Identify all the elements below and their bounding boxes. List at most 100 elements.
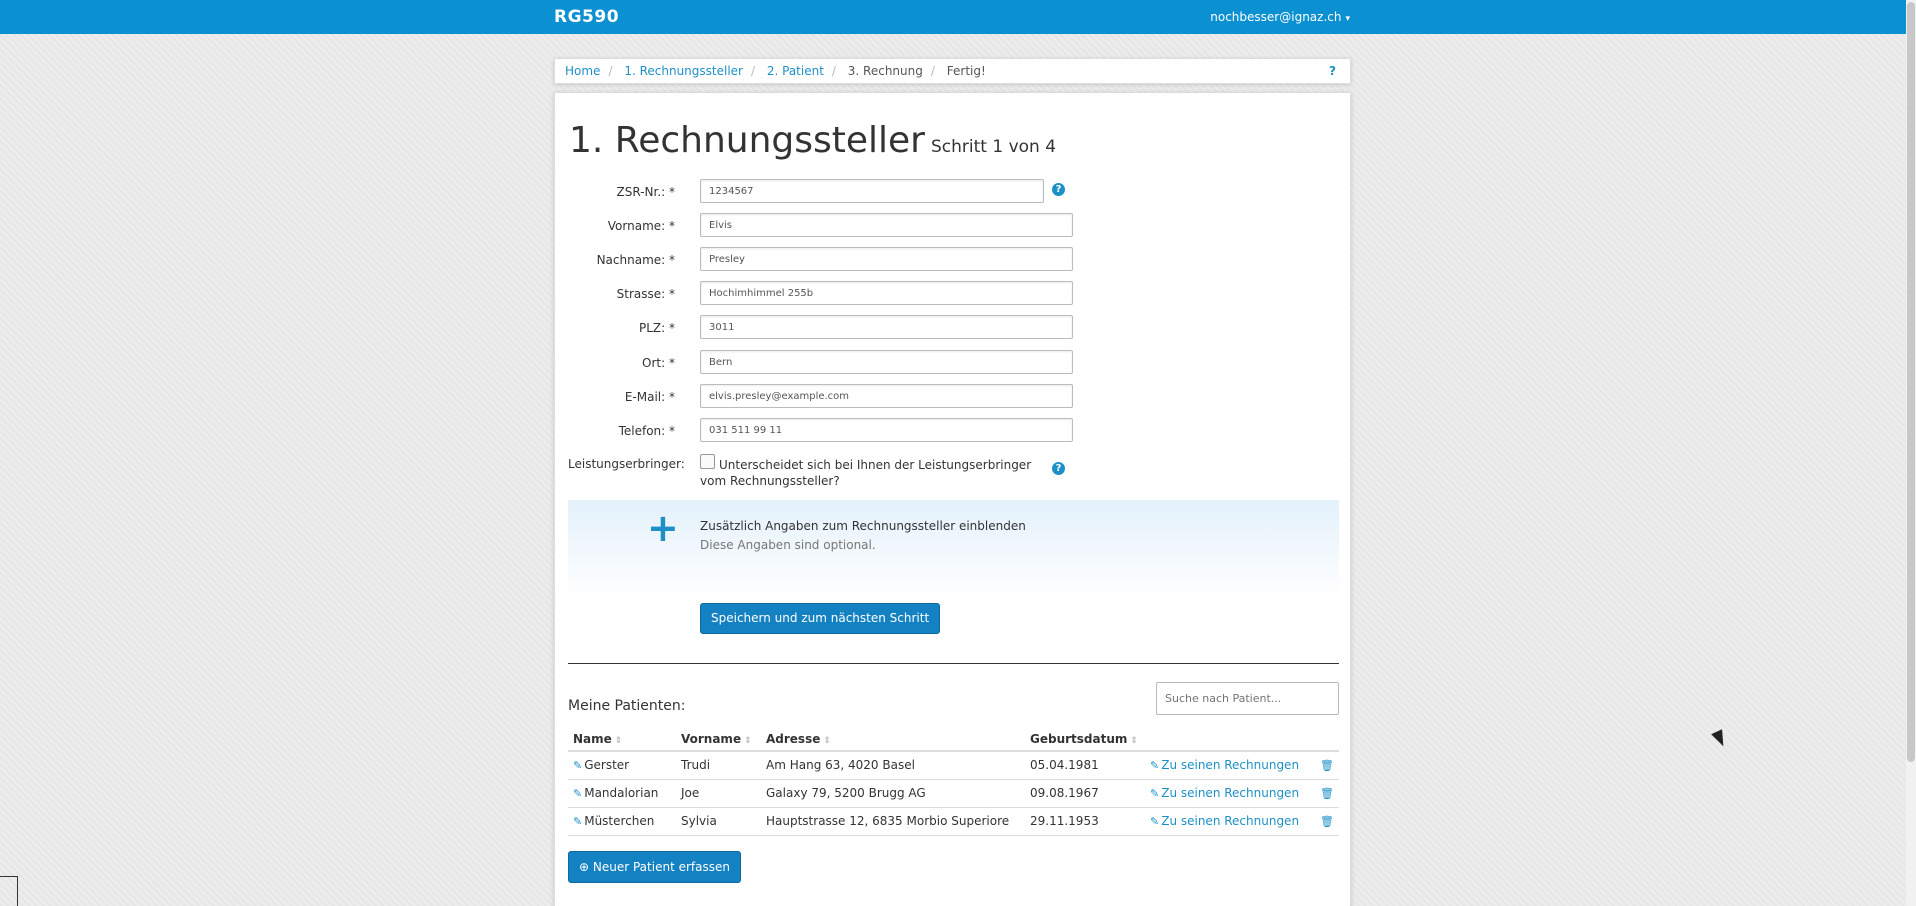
expander-title[interactable]: Zusätzlich Angaben zum Rechnungssteller … — [700, 519, 1026, 533]
mouse-cursor-icon — [1711, 729, 1729, 749]
pencil-icon[interactable]: ✎ — [573, 815, 582, 828]
sort-icon[interactable]: ⇕ — [1130, 736, 1138, 746]
breadcrumb-step-2[interactable]: 2. Patient — [767, 64, 824, 78]
leistungserbringer-checkbox-text[interactable]: Unterscheidet sich bei Ihnen der Leistun… — [700, 457, 1060, 489]
pencil-icon[interactable]: ✎ — [1150, 815, 1159, 828]
vorname-label: Vorname: * — [607, 219, 675, 233]
nachname-label: Nachname: * — [596, 253, 675, 267]
page-title: 1. Rechnungssteller Schritt 1 von 4 — [569, 120, 1056, 161]
leistungserbringer-label: Leistungserbringer: — [568, 457, 685, 471]
column-header-vorname[interactable]: Vorname ⇕ — [676, 727, 761, 752]
trash-icon[interactable]: 🗑 — [1320, 787, 1334, 800]
breadcrumb-done: Fertig! — [946, 64, 986, 78]
page-scrollbar[interactable] — [1906, 0, 1916, 906]
delete-cell[interactable]: 🗑 — [1304, 807, 1339, 836]
breadcrumb-home[interactable]: Home — [565, 64, 600, 78]
patients-table: Name ⇕ Vorname ⇕ Adresse ⇕ Geburtsdatum ⇕ ✎ G… — [568, 727, 1339, 836]
strasse-input[interactable] — [700, 281, 1073, 305]
table-row: ✎ Mandalorian Joe Galaxy 79, 5200 Brugg A… — [568, 779, 1339, 808]
save-next-button[interactable]: Speichern und zum nächsten Schritt — [700, 603, 941, 634]
pencil-icon[interactable]: ✎ — [573, 759, 582, 772]
column-header-geburtsdatum[interactable]: Geburtsdatum ⇕ — [1025, 727, 1145, 752]
pencil-icon[interactable]: ✎ — [1150, 787, 1159, 800]
table-row: ✎ Müsterchen Sylvia Hauptstrasse 12, 6835… — [568, 807, 1339, 836]
column-header-adresse[interactable]: Adresse ⇕ — [761, 727, 1025, 752]
plz-input[interactable] — [700, 315, 1073, 339]
column-header-label: Name — [573, 731, 612, 746]
plz-label: PLZ: * — [639, 321, 675, 335]
email-input[interactable] — [700, 384, 1073, 408]
patient-adresse: Am Hang 63, 4020 Basel — [761, 751, 1025, 780]
patient-vorname: Sylvia — [676, 807, 761, 836]
sort-icon[interactable]: ⇕ — [744, 736, 752, 746]
scrollbar-thumb[interactable] — [1907, 2, 1915, 762]
breadcrumb: Home / 1. Rechnungssteller / 2. Patient / 3… — [554, 58, 1351, 84]
main-card: 1. Rechnungssteller Schritt 1 von 4 ZSR-N… — [554, 92, 1351, 906]
expander-note: Diese Angaben sind optional. — [700, 538, 876, 552]
patient-geburtsdatum: 29.11.1953 — [1025, 807, 1145, 836]
delete-cell[interactable]: 🗑 — [1304, 751, 1339, 780]
brand-logo[interactable]: RG590 — [554, 7, 619, 27]
column-header-actions — [1145, 727, 1305, 752]
column-header-delete — [1304, 727, 1339, 752]
table-row: ✎ Gerster Trudi Am Hang 63, 4020 Basel 05… — [568, 751, 1339, 780]
breadcrumb-separator: / — [831, 64, 836, 78]
column-header-label: Geburtsdatum — [1030, 731, 1128, 746]
table-header-row: Name ⇕ Vorname ⇕ Adresse ⇕ Geburtsdatum ⇕ — [568, 727, 1339, 752]
patient-search-input[interactable] — [1156, 682, 1339, 715]
pencil-icon[interactable]: ✎ — [573, 787, 582, 800]
ort-input[interactable] — [700, 350, 1073, 374]
zsr-input[interactable] — [700, 179, 1044, 203]
patient-geburtsdatum: 09.08.1967 — [1025, 779, 1145, 808]
patient-geburtsdatum: 05.04.1981 — [1025, 751, 1145, 780]
strasse-label: Strasse: * — [616, 287, 675, 301]
patient-name-cell[interactable]: ✎ Gerster — [568, 751, 676, 780]
page-title-text: 1. Rechnungssteller — [569, 120, 925, 161]
patient-name[interactable]: Mandalorian — [584, 786, 658, 800]
invoices-link[interactable]: Zu seinen Rechnungen — [1161, 786, 1299, 800]
zsr-help-icon[interactable]: ? — [1052, 183, 1065, 196]
breadcrumb-step-1[interactable]: 1. Rechnungssteller — [624, 64, 743, 78]
delete-cell[interactable]: 🗑 — [1304, 779, 1339, 808]
column-header-name[interactable]: Name ⇕ — [568, 727, 676, 752]
invoices-link-cell[interactable]: ✎ Zu seinen Rechnungen — [1145, 779, 1305, 808]
invoices-link-cell[interactable]: ✎ Zu seinen Rechnungen — [1145, 751, 1305, 780]
plus-icon[interactable]: + — [647, 508, 679, 548]
help-icon[interactable]: ? — [1329, 64, 1336, 78]
chevron-down-icon: ▾ — [1345, 14, 1350, 24]
trash-icon[interactable]: 🗑 — [1320, 815, 1334, 828]
trash-icon[interactable]: 🗑 — [1320, 759, 1334, 772]
email-label: E-Mail: * — [624, 390, 675, 404]
breadcrumb-separator: / — [930, 64, 935, 78]
patient-name-cell[interactable]: ✎ Müsterchen — [568, 807, 676, 836]
column-header-label: Vorname — [681, 731, 742, 746]
invoices-link[interactable]: Zu seinen Rechnungen — [1161, 814, 1299, 828]
user-menu[interactable]: nochbesser@ignaz.ch ▾ — [1210, 10, 1350, 24]
telefon-input[interactable] — [700, 418, 1073, 442]
nachname-input[interactable] — [700, 247, 1073, 271]
breadcrumb-separator: / — [750, 64, 756, 78]
new-patient-button[interactable]: ⊕ Neuer Patient erfassen — [568, 851, 741, 883]
patients-title: Meine Patienten: — [568, 698, 686, 714]
breadcrumb-separator: / — [608, 64, 613, 78]
patient-vorname: Trudi — [676, 751, 761, 780]
leistungserbringer-help-icon[interactable]: ? — [1052, 462, 1065, 475]
patient-name[interactable]: Gerster — [584, 758, 629, 772]
column-header-label: Adresse — [766, 731, 821, 746]
patient-name-cell[interactable]: ✎ Mandalorian — [568, 779, 676, 808]
sort-icon[interactable]: ⇕ — [823, 736, 831, 746]
step-indicator: Schritt 1 von 4 — [930, 137, 1057, 157]
patient-adresse: Galaxy 79, 5200 Brugg AG — [761, 779, 1025, 808]
optional-details-expander[interactable]: + Zusätzlich Angaben zum Rechnungsstelle… — [568, 500, 1339, 597]
invoices-link-cell[interactable]: ✎ Zu seinen Rechnungen — [1145, 807, 1305, 836]
patient-adresse: Hauptstrasse 12, 6835 Morbio Superiore — [761, 807, 1025, 836]
invoices-link[interactable]: Zu seinen Rechnungen — [1161, 758, 1299, 772]
vorname-input[interactable] — [700, 213, 1073, 237]
zsr-label: ZSR-Nr.: * — [616, 185, 676, 199]
pencil-icon[interactable]: ✎ — [1150, 759, 1159, 772]
section-divider — [568, 663, 1339, 664]
patient-name[interactable]: Müsterchen — [584, 814, 654, 828]
window-corner-decoration — [0, 876, 18, 906]
sort-icon[interactable]: ⇕ — [615, 736, 623, 746]
plus-circle-icon: ⊕ — [579, 859, 590, 874]
